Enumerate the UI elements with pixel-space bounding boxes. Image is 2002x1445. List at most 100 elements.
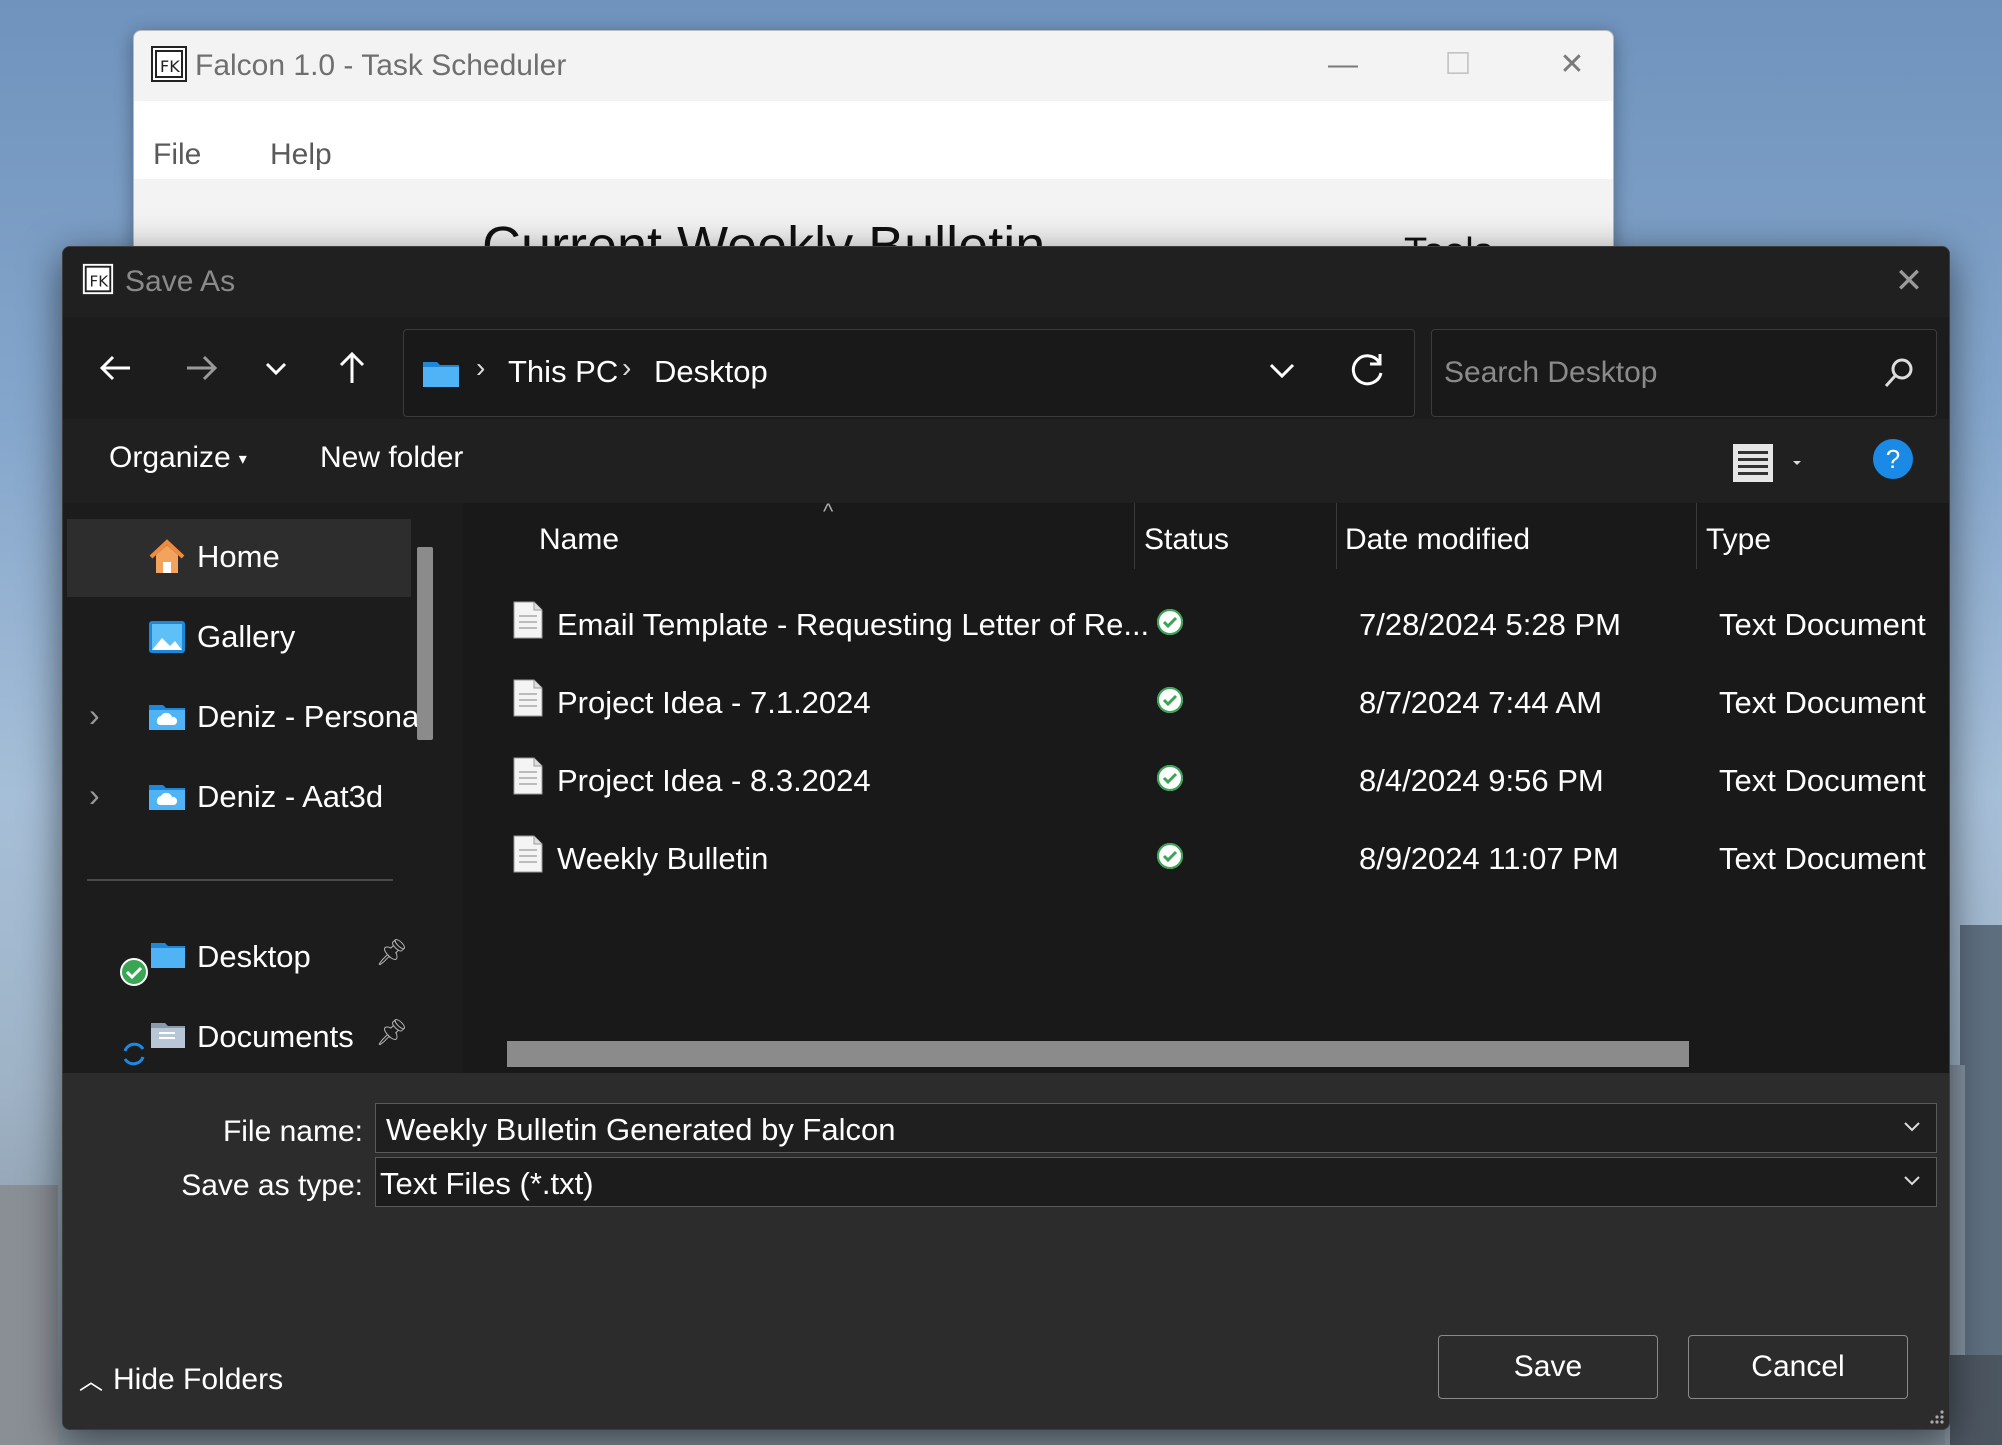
caret-down-icon: ▾ [238,451,247,469]
organize-button[interactable]: Organize ▾ [109,441,247,475]
nav-item-deniz-personal[interactable]: › Deniz - Personal [67,679,426,757]
nav-item-gallery[interactable]: Gallery [67,599,411,677]
address-dropdown-icon[interactable] [1264,352,1300,388]
column-divider[interactable] [1696,503,1697,569]
search-placeholder: Search Desktop [1444,356,1658,389]
organize-label: Organize [109,441,231,474]
chevron-down-icon [265,362,287,376]
back-button[interactable] [91,343,141,393]
expand-chevron-icon[interactable]: › [89,697,100,734]
syncing-icon [123,1042,145,1066]
home-icon [149,539,185,573]
synced-status-icon [1157,843,1183,869]
sync-ok-icon [120,958,148,986]
column-divider[interactable] [1134,503,1135,569]
dialog-titlebar: FK Save As ✕ [63,247,1949,317]
nav-item-deniz-aat3d[interactable]: › Deniz - Aat3d [67,759,411,837]
pin-icon[interactable]: 📌︎ [375,937,408,968]
nav-item-label: Documents [197,1019,354,1054]
new-folder-button[interactable]: New folder [320,441,463,475]
address-bar[interactable]: › This PC › Desktop [403,329,1415,417]
command-bar: Organize ▾ New folder ? [63,419,1949,503]
menu-file[interactable]: File [153,138,201,172]
column-header-status[interactable]: Status [1144,523,1229,557]
save-as-type-value: Text Files (*.txt) [380,1166,594,1201]
details-view-icon [1733,444,1801,482]
file-date-modified: 8/4/2024 9:56 PM [1359,763,1604,798]
file-row[interactable]: Weekly Bulletin 8/9/2024 11:07 PM Text D… [463,821,1949,895]
synced-status-icon [1157,687,1183,713]
arrow-right-icon [187,355,218,381]
falcon-app-icon: FK [81,262,115,296]
arrow-left-icon [99,355,130,381]
file-type: Text Document [1719,763,1926,798]
nav-item-label: Home [197,539,280,574]
expand-chevron-icon[interactable]: › [89,777,100,814]
refresh-icon[interactable] [1346,350,1388,392]
maximize-button[interactable]: ☐ [1438,45,1478,85]
nav-scrollbar-thumb[interactable] [417,547,433,740]
file-name: Email Template - Requesting Letter of Re… [557,607,1150,642]
chevron-down-icon[interactable] [1900,1114,1924,1138]
file-row[interactable]: Project Idea - 8.3.2024 8/4/2024 9:56 PM… [463,743,1949,817]
navigation-row: › This PC › Desktop Search Desktop [63,317,1949,419]
search-box[interactable]: Search Desktop [1431,329,1937,417]
navigation-pane: Home Gallery › Deniz - Personal › Deniz … [63,503,463,1073]
save-options-panel: File name: Weekly Bulletin Generated by … [63,1073,1949,1429]
gallery-icon [149,621,185,653]
resize-grip-icon[interactable] [1925,1407,1945,1427]
horizontal-scrollbar-thumb[interactable] [507,1041,1689,1067]
arrow-up-icon [339,351,365,383]
column-divider[interactable] [1336,503,1337,569]
synced-status-icon [1157,765,1183,791]
chevron-down-icon[interactable] [1900,1168,1924,1192]
file-date-modified: 7/28/2024 5:28 PM [1359,607,1621,642]
breadcrumb-separator-icon: › [476,352,486,383]
synced-status-icon [1157,609,1183,635]
file-row[interactable]: Project Idea - 7.1.2024 8/7/2024 7:44 AM… [463,665,1949,739]
nav-item-desktop[interactable]: Desktop 📌︎ [67,919,411,997]
svg-text:FK: FK [90,273,110,291]
desktop-folder-icon [151,943,185,968]
minimize-button[interactable]: — [1323,45,1363,85]
pin-icon[interactable]: 📌︎ [375,1017,408,1048]
search-icon [1884,358,1913,388]
forward-button[interactable] [176,343,226,393]
desktop-folder-icon [423,362,459,387]
text-document-icon [513,835,543,873]
save-button[interactable]: Save [1438,1335,1658,1399]
save-as-type-select[interactable]: Text Files (*.txt) [375,1157,1937,1207]
file-name: Project Idea - 7.1.2024 [557,685,871,720]
hide-folders-label: Hide Folders [113,1363,284,1396]
breadcrumb-this-pc[interactable]: This PC [508,354,618,390]
file-list: ^ Name Status Date modified Type Email T… [463,499,1949,1073]
view-options-button[interactable] [1731,441,1811,490]
nav-item-label: Desktop [197,939,311,974]
up-button[interactable] [327,343,377,393]
file-type: Text Document [1719,607,1926,642]
nav-item-label: Deniz - Personal [197,699,427,734]
column-header-type[interactable]: Type [1706,523,1771,557]
recent-locations-button[interactable] [251,343,301,393]
column-header-name[interactable]: Name [539,523,619,557]
column-header-date-modified[interactable]: Date modified [1345,523,1530,557]
dialog-close-button[interactable]: ✕ [1889,261,1929,301]
file-date-modified: 8/9/2024 11:07 PM [1359,841,1619,876]
menu-help[interactable]: Help [270,138,332,172]
text-document-icon [513,601,543,639]
file-type: Text Document [1719,841,1926,876]
cancel-button[interactable]: Cancel [1688,1335,1908,1399]
nav-item-label: Deniz - Aat3d [197,779,384,814]
falcon-menubar: File Help [134,101,1613,179]
file-name: Weekly Bulletin [557,841,769,876]
help-button[interactable]: ? [1873,439,1913,479]
hide-folders-button[interactable]: ︿ Hide Folders [79,1361,283,1397]
close-button[interactable]: ✕ [1552,45,1592,85]
breadcrumb-desktop[interactable]: Desktop [654,354,768,390]
file-row[interactable]: Email Template - Requesting Letter of Re… [463,587,1949,661]
save-as-type-label: Save as type: [181,1169,363,1202]
file-name-input[interactable]: Weekly Bulletin Generated by Falcon [375,1103,1937,1153]
nav-item-documents[interactable]: Documents 📌︎ [67,999,411,1073]
nav-item-home[interactable]: Home [67,519,411,597]
falcon-app-icon: FK [151,46,187,82]
